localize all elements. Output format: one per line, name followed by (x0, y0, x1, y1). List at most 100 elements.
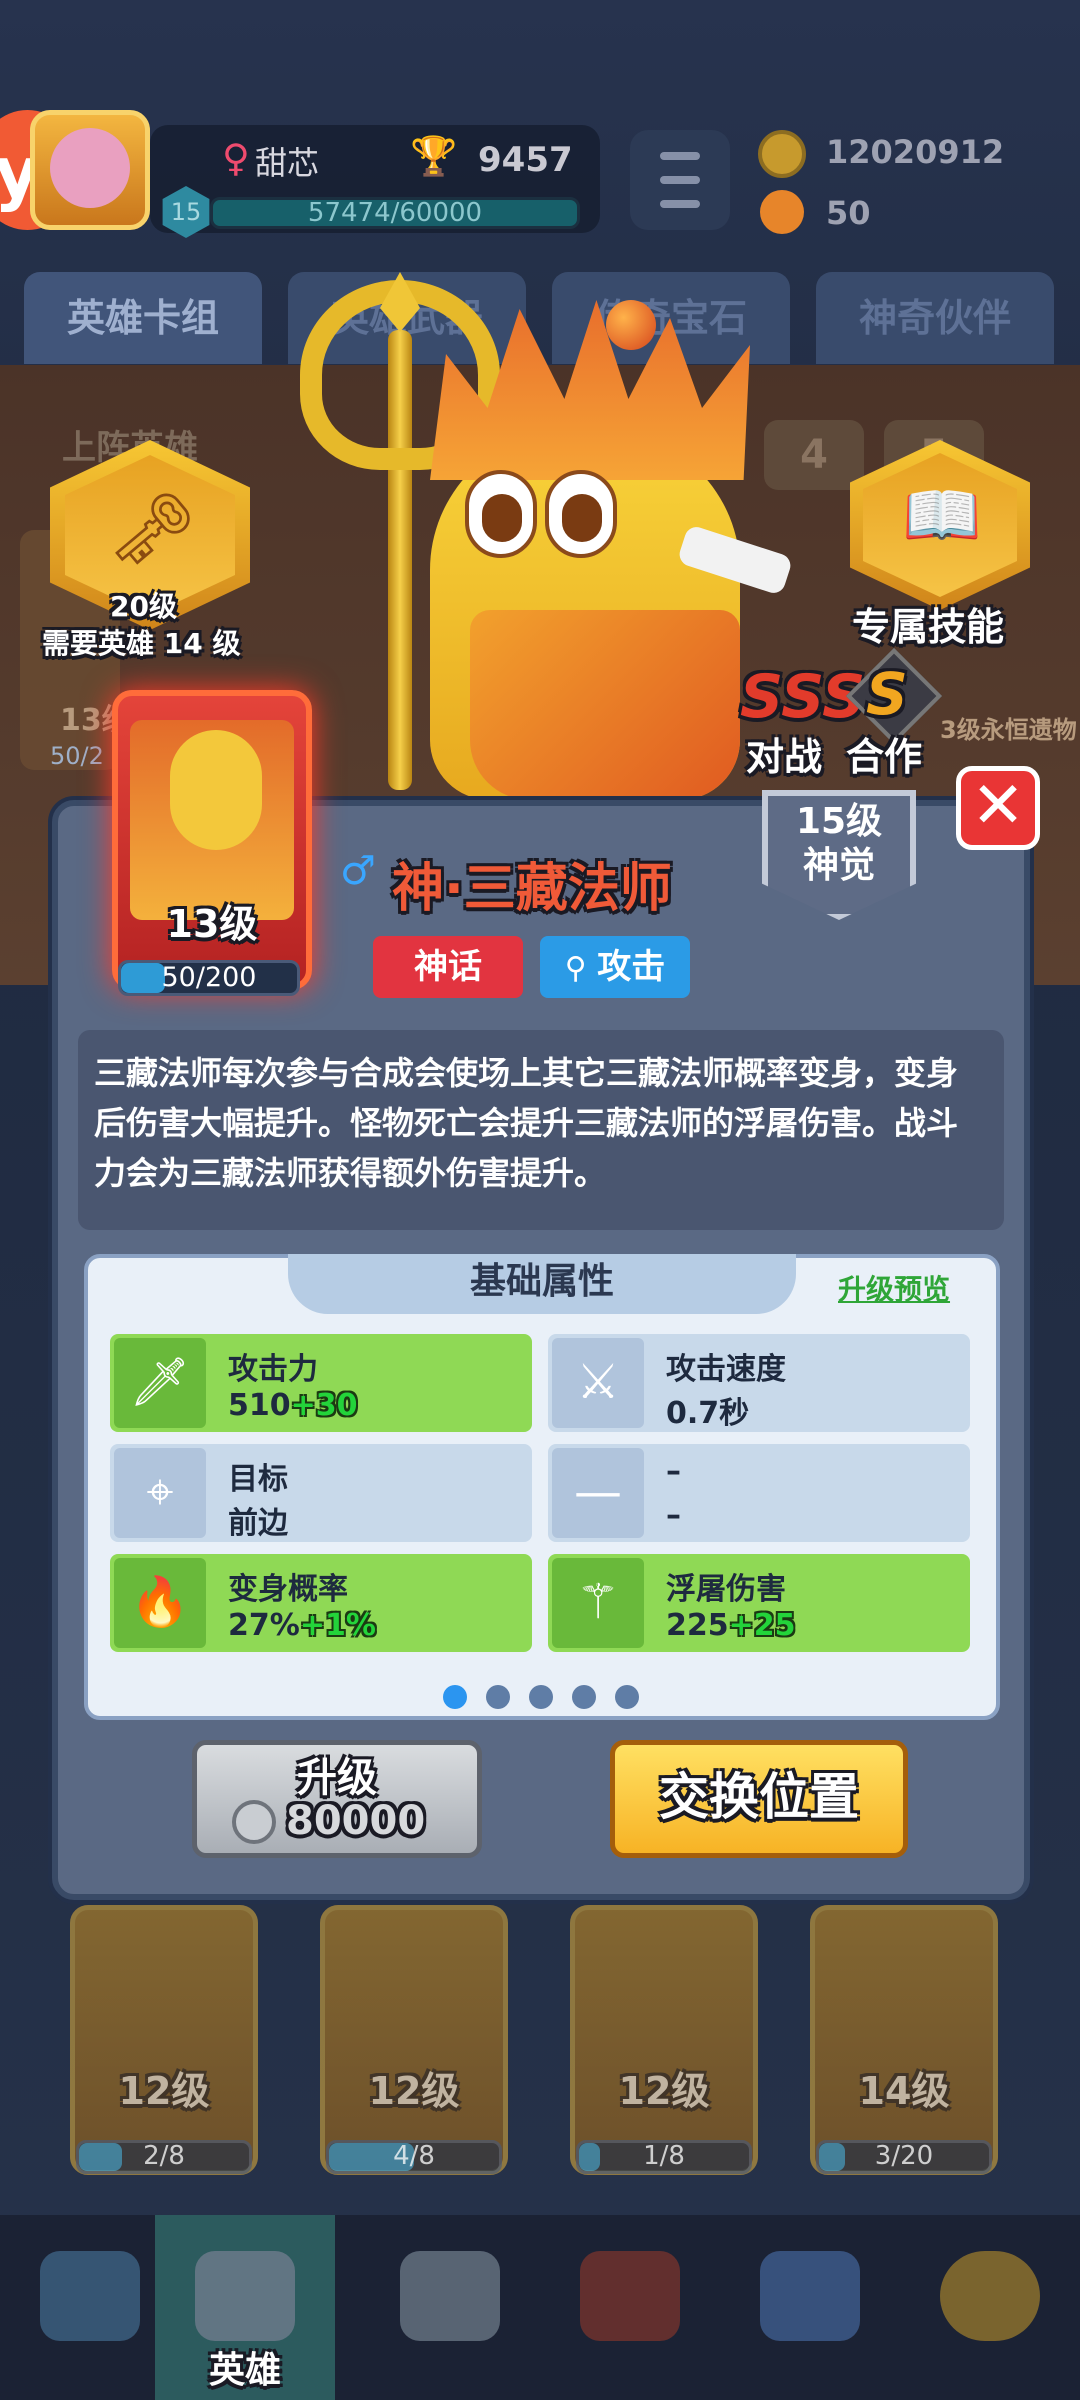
swap-position-button[interactable]: 交换位置 (610, 1740, 908, 1858)
stat-label: 攻击速度 (666, 1352, 786, 1387)
relic-text: 3级永恒遗物 (940, 716, 1077, 744)
stat-card: 🔥 变身概率 27%+1% (110, 1554, 532, 1652)
rarity-tag: 神话 (373, 936, 523, 998)
staff-icon: ⚚ (552, 1558, 644, 1648)
nav-heroes-label: 英雄 (208, 2350, 281, 2391)
exp-text: 57474/60000 (307, 198, 483, 228)
nav-shop[interactable] (0, 2215, 180, 2400)
treasure-chest-icon (40, 2251, 140, 2341)
combo-grade: S (866, 660, 908, 728)
hero-pupil-right (562, 494, 602, 542)
lineup-card-progress: 50/2 (50, 742, 104, 770)
stat-label: 浮屠伤害 (666, 1572, 786, 1607)
hero-pupil-left (482, 494, 522, 542)
crosshair-icon: ⌖ (114, 1448, 206, 1538)
menu-icon-line (660, 200, 700, 208)
type-tag: ⚲ 攻击 (540, 936, 690, 998)
stat-value-row: 27%+1% (228, 1608, 376, 1643)
stats-title: 基础属性 (288, 1254, 796, 1314)
female-icon: ♀ (222, 136, 250, 180)
nav-battle[interactable] (360, 2215, 540, 2400)
nav-guild[interactable] (540, 2215, 720, 2400)
stat-value: 27% (228, 1608, 300, 1643)
trophy-icon: 🏆 (410, 134, 458, 178)
stat-value: – (666, 1498, 681, 1533)
stat-value-row: 225+25 (666, 1608, 796, 1643)
page-dot[interactable] (529, 1685, 553, 1709)
slot-level: 14级 (858, 2069, 950, 2113)
slot-progress-text: 2/8 (143, 2141, 185, 2171)
stat-card: ⚔ 攻击速度 0.7秒 (548, 1334, 970, 1432)
type-tag-label: 攻击 (597, 947, 666, 987)
gem-icon (760, 190, 804, 234)
slot-progress-text: 1/8 (643, 2141, 685, 2171)
exclusive-skill-label: 专属技能 (852, 605, 1005, 649)
stat-value: 225 (666, 1608, 729, 1643)
page-dot[interactable] (615, 1685, 639, 1709)
hero-card-slot-2[interactable] (320, 1905, 508, 2175)
menu-icon-line (660, 176, 700, 184)
stat-label: 目标 (228, 1462, 288, 1497)
trophy-count: 9457 (478, 140, 573, 180)
helmet-icon (195, 2251, 295, 2341)
awaken-label: 15级神觉 (795, 801, 883, 886)
hero-card-slot-4[interactable] (810, 1905, 998, 2175)
page-dot[interactable] (572, 1685, 596, 1709)
nav-friends[interactable] (720, 2215, 900, 2400)
stat-value-row: 510+30 (228, 1388, 358, 1423)
slot-level: 12级 (118, 2069, 210, 2113)
stat-card: 🗡 攻击力 510+30 (110, 1334, 532, 1432)
hero-card-slot-1[interactable] (70, 1905, 258, 2175)
hero-description: 三藏法师每次参与合成会使场上其它三藏法师概率变身，变身后伤害大幅提升。怪物死亡会… (78, 1030, 1004, 1230)
stat-value-row: – (666, 1498, 681, 1533)
nav-explore[interactable] (900, 2215, 1080, 2400)
slot-level: 12级 (618, 2069, 710, 2113)
stat-value: 0.7秒 (666, 1396, 750, 1431)
game-screen: { "player": {"name": "甜芯", "trophies": "… (0, 0, 1080, 2400)
sword-icon: 🗡 (114, 1338, 206, 1428)
hero-robe (470, 610, 740, 800)
player-name: 甜芯 (255, 144, 320, 182)
nav-heroes[interactable]: 英雄 (155, 2215, 335, 2400)
silver-coin-icon (232, 1800, 276, 1844)
close-button[interactable]: ✕ (956, 766, 1040, 850)
hero-name: 神·三藏法师 (392, 859, 672, 919)
coin-count: 12020912 (826, 133, 1005, 171)
crown-jewel (606, 300, 656, 350)
friends-icon (760, 2251, 860, 2341)
awaken-text: 15级神觉 (762, 800, 916, 888)
hero-card-face (170, 730, 262, 850)
crown-shield-icon (580, 2251, 680, 2341)
menu-icon (660, 152, 700, 160)
stat-card: ⌖ 目标前边 (110, 1444, 532, 1542)
hero-card-slot-3[interactable] (570, 1905, 758, 2175)
fast-sword-icon: ⚔ (552, 1338, 644, 1428)
battle-label: 对战 (746, 735, 823, 779)
stat-value-row: 前边 (228, 1498, 288, 1542)
book-flame-icon: 📖 (902, 479, 982, 553)
slot-level: 12级 (368, 2069, 460, 2113)
weapon-level: 20级 (110, 590, 177, 623)
lineup-slot-4[interactable]: 4 (764, 420, 864, 490)
gem-count: 50 (826, 194, 871, 232)
compass-icon (940, 2251, 1040, 2341)
close-icon: ✕ (971, 769, 1025, 843)
stat-label: 变身概率 (228, 1572, 348, 1607)
stat-value: 前边 (228, 1506, 288, 1541)
flame-icon: 🔥 (114, 1558, 206, 1648)
weapon-requirement: 需要英雄 14 级 (42, 627, 241, 660)
dash-icon: — (552, 1448, 644, 1538)
stat-bonus: +1% (299, 1608, 376, 1643)
tab-hero-deck[interactable]: 英雄卡组 (24, 272, 262, 364)
upgrade-preview-link[interactable]: 升级预览 (838, 1268, 950, 1308)
stat-value: 510 (228, 1388, 291, 1423)
stat-card: ⚚ 浮屠伤害 225+25 (548, 1554, 970, 1652)
tab-companion[interactable]: 神奇伙伴 (816, 272, 1054, 364)
avatar-face (50, 128, 130, 208)
page-dot[interactable] (443, 1685, 467, 1709)
stat-label: 攻击力 (228, 1352, 318, 1387)
upgrade-cost: 80000 (286, 1798, 426, 1844)
hero-card-progress-text: 50/200 (161, 962, 257, 993)
upgrade-label: 升级 (297, 1755, 377, 1801)
page-dot[interactable] (486, 1685, 510, 1709)
